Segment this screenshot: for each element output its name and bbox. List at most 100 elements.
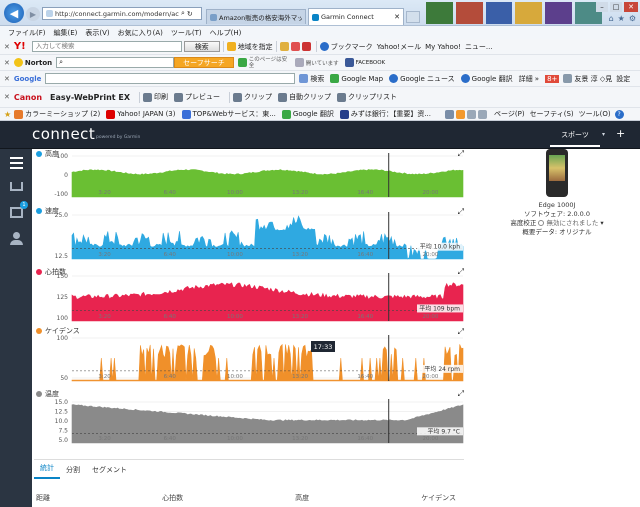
elev-x-tick-label: 16:40 <box>357 190 373 196</box>
preview-icon <box>174 92 184 102</box>
canon-clip-list[interactable]: クリップリスト <box>348 92 397 102</box>
google-map[interactable]: Google Map <box>341 75 383 83</box>
my-yahoo[interactable]: My Yahoo! <box>425 43 461 51</box>
menu-view[interactable]: 表示(V) <box>85 28 109 38</box>
bag-icon[interactable] <box>290 42 300 51</box>
print-icon[interactable] <box>478 109 488 119</box>
cmd-safety[interactable]: セーフティ(S) <box>530 109 574 119</box>
fav-google-translate[interactable]: Google 翻訳 <box>293 109 334 119</box>
menu-file[interactable]: ファイル(F) <box>8 28 46 38</box>
forward-button[interactable]: ▶ <box>26 7 40 21</box>
tab-segments[interactable]: セグメント <box>86 465 133 479</box>
tab-amazon[interactable]: Amazon販売の格安海外マッ... <box>206 9 306 24</box>
fav-mizuho[interactable]: みずほ銀行：【重要】资... <box>351 109 431 119</box>
cmd-page[interactable]: ページ(P) <box>494 109 525 119</box>
yahoo-region[interactable]: 地域を指定 <box>238 42 273 52</box>
google-settings[interactable]: 設定 <box>616 74 630 84</box>
help-icon[interactable]: ? <box>614 109 624 119</box>
globe-icon <box>389 74 399 83</box>
close-window-button[interactable]: ✕ <box>624 2 638 12</box>
canon-clip[interactable]: クリップ <box>244 92 272 102</box>
google-news[interactable]: Google ニュース <box>400 74 455 84</box>
tab-laps[interactable]: 分割 <box>60 465 86 479</box>
yahoo-search-input[interactable] <box>31 41 182 52</box>
ribbon-icon[interactable] <box>301 42 311 51</box>
google-account[interactable]: 友景 淳 ◇見 <box>574 74 612 84</box>
elev-x-tick-label: 13:20 <box>292 190 308 196</box>
new-tab-button[interactable] <box>406 11 420 23</box>
norton-search-input[interactable]: ⌕ <box>56 57 175 68</box>
google-translate[interactable]: Google 翻訳 <box>472 74 513 84</box>
favorites-star-icon[interactable]: ★ <box>4 110 11 119</box>
facebook-label[interactable]: FACEBOOK <box>356 60 386 66</box>
search-icon[interactable]: ⌕ <box>181 9 185 18</box>
sports-nav[interactable]: スポーツ <box>550 127 600 147</box>
expand-icon[interactable]: ⤢ <box>458 149 464 159</box>
yahoo-mail[interactable]: Yahoo!メール <box>377 42 421 52</box>
elev-x-tick-label: 10:00 <box>227 190 243 196</box>
page-icon <box>46 10 53 17</box>
speed-x-tick-label: 20:00 <box>422 252 438 258</box>
expand-icon[interactable]: ⤢ <box>458 327 464 337</box>
address-bar[interactable]: http://connect.garmin.com/modern/activit… <box>42 7 202 20</box>
browser-title-bar: ◀ ▶ http://connect.garmin.com/modern/act… <box>0 0 640 26</box>
close-toolbar-icon[interactable]: ✕ <box>4 59 10 67</box>
home-icon[interactable]: ⌂ <box>609 14 614 23</box>
cad-x-tick-label: 13:20 <box>292 374 308 380</box>
temp-y-tick-label: 10.0 <box>55 418 69 425</box>
canon-preview[interactable]: プレビュー <box>185 92 220 102</box>
close-tab-icon[interactable]: ✕ <box>394 13 400 21</box>
expand-icon[interactable]: ⤢ <box>458 389 464 399</box>
canon-auto-clip[interactable]: 自動クリップ <box>289 92 331 102</box>
safe-search-button[interactable]: セーフサーチ <box>174 57 234 68</box>
pencil-icon[interactable] <box>279 42 289 51</box>
close-toolbar-icon[interactable]: ✕ <box>4 93 10 101</box>
norton-brand: Norton <box>24 58 53 67</box>
menu-favorites[interactable]: お気に入り(A) <box>118 28 163 38</box>
rss-icon[interactable] <box>456 109 466 119</box>
home-icon[interactable] <box>445 109 455 119</box>
fav-yahoo[interactable]: Yahoo! JAPAN (3) <box>117 110 175 118</box>
yahoo-news[interactable]: ニュー... <box>465 42 493 52</box>
speed-y-tick-label: 12.5 <box>55 253 69 260</box>
expand-icon[interactable]: ⤢ <box>458 267 464 277</box>
minimize-button[interactable]: – <box>596 2 608 12</box>
close-toolbar-icon[interactable]: ✕ <box>4 43 10 51</box>
expand-icon[interactable]: ⤢ <box>458 207 464 217</box>
plus-icon[interactable]: + <box>616 127 625 140</box>
google-search-button[interactable]: 検索 <box>310 74 324 84</box>
stats-headers: 距離 心拍数 高度 ケイデンス <box>36 493 456 503</box>
favorites-star-icon[interactable]: ★ <box>618 14 625 23</box>
cmd-tools[interactable]: ツール(O) <box>579 109 611 119</box>
fav-top-icon <box>181 109 191 119</box>
gear-icon[interactable]: ⚙ <box>629 14 636 23</box>
chevron-down-icon[interactable]: ▾ <box>602 131 605 138</box>
canon-print[interactable]: 印刷 <box>154 92 168 102</box>
safe-check-icon <box>237 58 247 67</box>
mail-icon[interactable] <box>467 109 477 119</box>
fav-colorme[interactable]: カラーミーショップ (2) <box>25 109 100 119</box>
hr-y-tick-label: 125 <box>57 294 69 301</box>
menu-edit[interactable]: 編集(E) <box>54 28 78 38</box>
menu-help[interactable]: ヘルプ(H) <box>210 28 242 38</box>
google-plus-count[interactable]: 8+ <box>545 74 560 83</box>
maximize-button[interactable]: □ <box>610 2 622 12</box>
printer-icon <box>143 92 153 102</box>
refresh-icon[interactable]: ↻ <box>187 10 193 18</box>
close-toolbar-icon[interactable]: ✕ <box>4 75 10 83</box>
tab-stats[interactable]: 統計 <box>34 463 60 479</box>
back-button[interactable]: ◀ <box>4 3 24 23</box>
elev-x-tick-label: 6:40 <box>164 190 177 196</box>
yahoo-bookmark[interactable]: ブックマーク <box>331 42 373 52</box>
yahoo-search-button[interactable]: 検索 <box>183 41 220 52</box>
info-icon[interactable] <box>538 220 545 226</box>
menu-tools[interactable]: ツール(T) <box>171 28 202 38</box>
star-icon[interactable] <box>319 42 329 51</box>
fav-yahoo-icon <box>106 109 116 119</box>
fav-top[interactable]: TOP&Webサービス：東... <box>193 109 276 119</box>
speed-average-label: 平均 10.0 kph <box>420 243 460 251</box>
chevron-down-icon[interactable]: ▾ <box>600 219 603 227</box>
google-more[interactable]: 詳細 » <box>519 74 540 84</box>
tab-garmin[interactable]: Garmin Connect ✕ <box>308 8 404 25</box>
google-search-input[interactable] <box>45 73 296 84</box>
